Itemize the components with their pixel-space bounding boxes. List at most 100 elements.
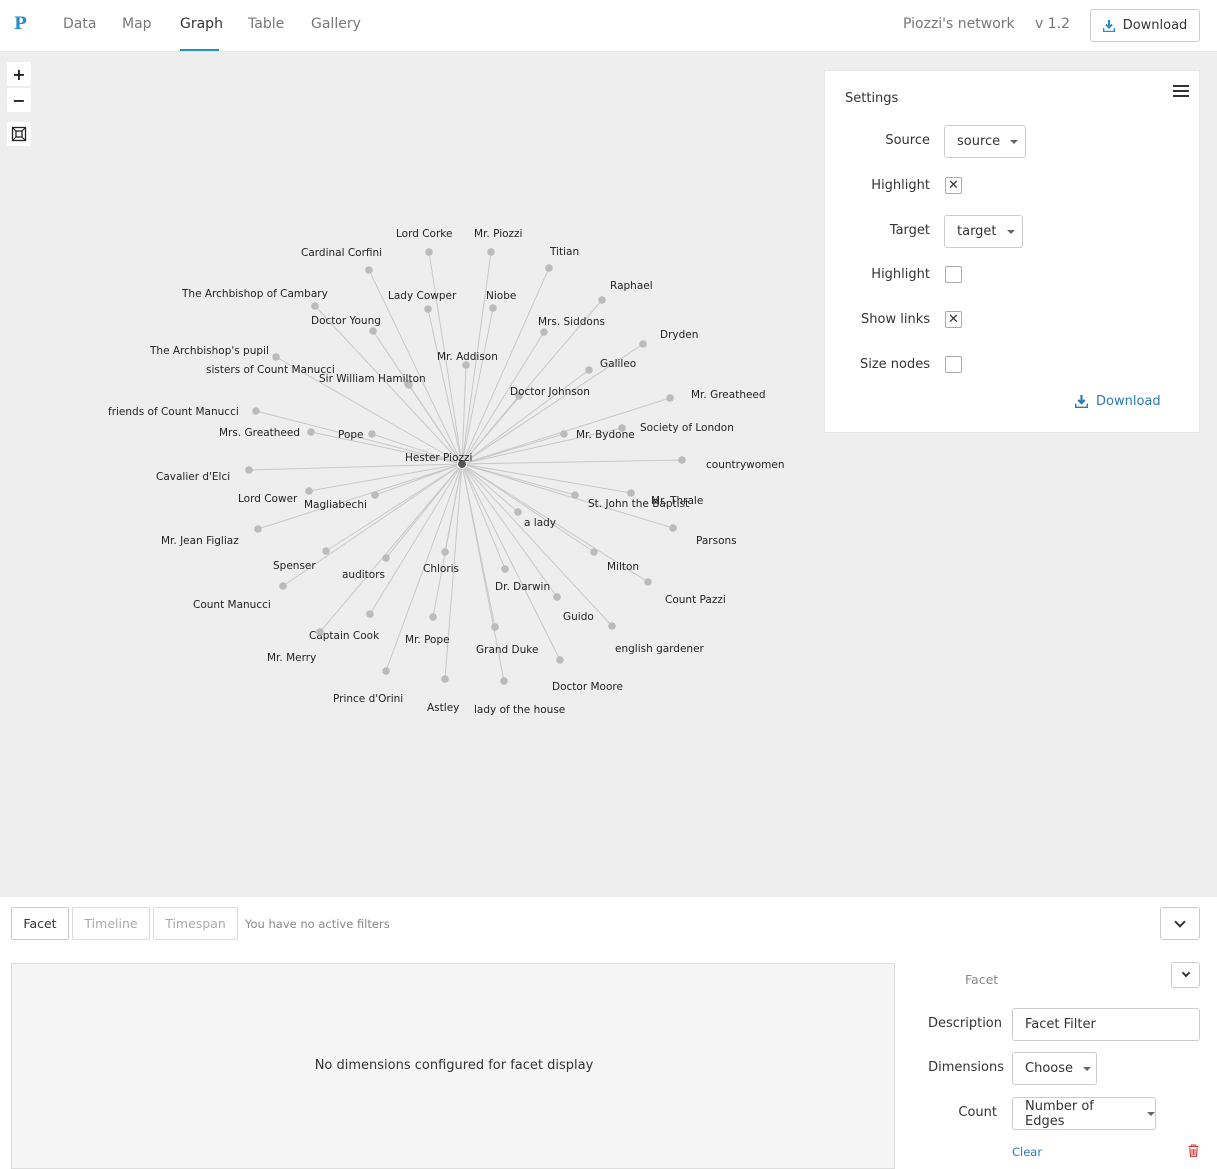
zoom-in-button[interactable]: +	[7, 62, 31, 86]
graph-node[interactable]	[489, 304, 497, 312]
graph-node[interactable]	[382, 667, 390, 675]
tab-graph[interactable]: Graph	[180, 16, 223, 32]
clear-facet-link[interactable]: Clear	[1012, 1145, 1042, 1159]
graph-edge	[427, 308, 463, 465]
count-select[interactable]: Number of Edges	[1012, 1097, 1156, 1130]
graph-node[interactable]	[598, 296, 606, 304]
filter-tab-timeline[interactable]: Timeline	[72, 907, 150, 940]
highlight-target-checkbox[interactable]	[945, 266, 962, 283]
zoom-out-button[interactable]: −	[7, 88, 31, 112]
fit-to-screen-button[interactable]	[7, 122, 31, 146]
download-icon	[1075, 395, 1088, 408]
tab-gallery[interactable]: Gallery	[311, 16, 361, 32]
graph-node[interactable]	[254, 525, 262, 533]
graph-node[interactable]	[307, 428, 315, 436]
caret-down-icon	[1083, 1066, 1091, 1071]
graph-node-label: Mr. Jean Figliaz	[161, 535, 239, 547]
graph-node[interactable]	[368, 430, 376, 438]
graph-node[interactable]	[365, 266, 373, 274]
graph-node[interactable]	[666, 394, 674, 402]
filter-tab-facet[interactable]: Facet	[11, 907, 69, 940]
tab-map[interactable]: Map	[122, 16, 152, 32]
tab-table[interactable]: Table	[248, 16, 284, 32]
graph-node-label: Chloris	[423, 563, 459, 575]
graph-node[interactable]	[424, 305, 432, 313]
graph-node[interactable]	[429, 613, 437, 621]
graph-node[interactable]	[279, 582, 287, 590]
graph-node[interactable]	[556, 656, 564, 664]
graph-node[interactable]	[608, 622, 616, 630]
graph-node[interactable]	[322, 547, 330, 555]
graph-node-label: Doctor Young	[311, 315, 381, 327]
settings-download-link[interactable]: Download	[1075, 394, 1161, 409]
graph-node[interactable]	[311, 302, 319, 310]
target-select[interactable]: target	[944, 215, 1023, 248]
menu-icon[interactable]	[1173, 85, 1189, 99]
graph-node[interactable]	[669, 524, 677, 532]
dimensions-select-value: Choose	[1025, 1061, 1073, 1076]
graph-node[interactable]	[560, 430, 568, 438]
facet-display: No dimensions configured for facet displ…	[11, 963, 895, 1169]
network-graph[interactable]: Lord Corke Mr. Piozzi Cardinal Corfini Titi…	[0, 52, 820, 897]
count-label: Count	[958, 1105, 997, 1120]
graph-node[interactable]	[585, 366, 593, 374]
graph-node[interactable]	[369, 327, 377, 335]
graph-node-label: Galileo	[600, 358, 636, 370]
graph-edge	[248, 463, 463, 471]
graph-node[interactable]	[252, 407, 260, 415]
graph-node[interactable]	[366, 610, 374, 618]
app-logo[interactable]: P	[14, 14, 27, 34]
graph-node-label: sisters of Count Manucci	[206, 364, 335, 376]
graph-node[interactable]	[545, 264, 553, 272]
graph-node[interactable]	[571, 491, 579, 499]
tab-data[interactable]: Data	[63, 16, 96, 32]
graph-node[interactable]	[382, 554, 390, 562]
graph-node-label: Doctor Moore	[552, 681, 623, 693]
count-select-value: Number of Edges	[1025, 1098, 1094, 1129]
graph-node[interactable]	[514, 508, 522, 516]
graph-node[interactable]	[500, 677, 508, 685]
graph-node[interactable]	[425, 248, 433, 256]
graph-node[interactable]	[272, 353, 280, 361]
graph-node[interactable]	[678, 456, 686, 464]
graph-node-label: friends of Count Manucci	[108, 406, 239, 418]
graph-node[interactable]	[553, 593, 561, 601]
download-button[interactable]: Download	[1090, 9, 1200, 42]
size-nodes-checkbox[interactable]	[945, 356, 962, 373]
graph-node-label: The Archbishop of Cambary	[181, 288, 328, 300]
graph-node[interactable]	[371, 491, 379, 499]
graph-node-label: Lord Cower	[238, 493, 298, 505]
settings-download-label: Download	[1096, 394, 1161, 409]
show-links-checkbox[interactable]: ✕	[945, 311, 962, 328]
graph-node[interactable]	[441, 675, 449, 683]
source-select[interactable]: source	[944, 125, 1026, 158]
trash-icon[interactable]	[1188, 1144, 1199, 1157]
graph-node[interactable]	[639, 340, 647, 348]
project-version: v 1.2	[1035, 16, 1070, 32]
target-select-value: target	[957, 224, 997, 239]
highlight-source-checkbox[interactable]: ✕	[945, 177, 962, 194]
graph-node[interactable]	[245, 466, 253, 474]
highlight-target-label: Highlight	[871, 267, 930, 282]
graph-node[interactable]	[316, 628, 324, 636]
show-links-label: Show links	[861, 312, 930, 327]
graph-node[interactable]	[644, 578, 652, 586]
graph-node[interactable]	[540, 328, 548, 336]
collapse-filters-button[interactable]	[1160, 907, 1200, 940]
graph-node[interactable]	[441, 548, 449, 556]
graph-node[interactable]	[501, 565, 509, 573]
filter-tab-timespan[interactable]: Timespan	[153, 907, 238, 940]
graph-node[interactable]	[305, 487, 313, 495]
graph-node[interactable]	[487, 248, 495, 256]
chevron-down-icon	[1174, 915, 1186, 928]
dimensions-select[interactable]: Choose	[1012, 1052, 1097, 1085]
description-label: Description	[927, 1016, 1002, 1031]
graph-node[interactable]	[491, 623, 499, 631]
graph-edge	[461, 463, 674, 529]
graph-center-label: Hester Piozzi	[405, 452, 472, 464]
graph-node-label: Cardinal Corfini	[301, 247, 382, 259]
graph-node[interactable]	[627, 489, 635, 497]
facet-collapse-button[interactable]	[1171, 962, 1200, 988]
description-input[interactable]: Facet Filter	[1012, 1008, 1200, 1041]
graph-node[interactable]	[590, 548, 598, 556]
